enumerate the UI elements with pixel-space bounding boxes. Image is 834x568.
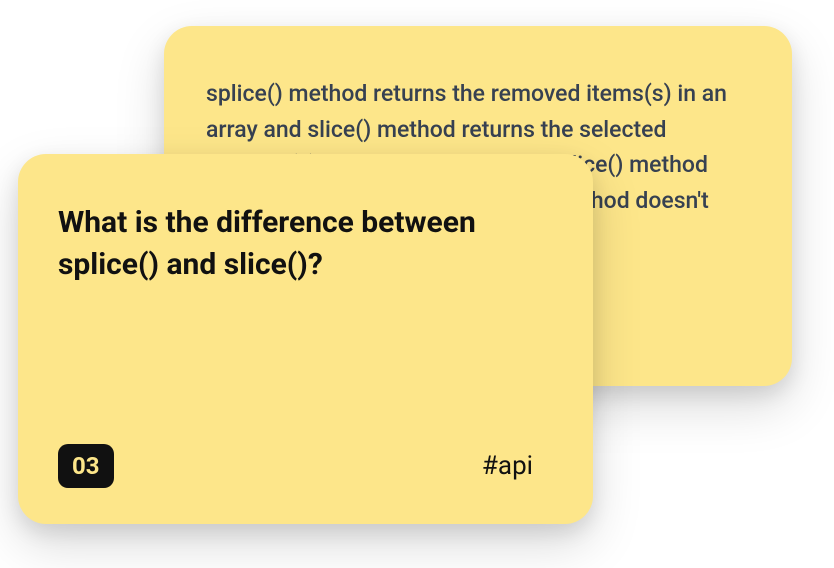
question-card[interactable]: What is the difference between splice() … (18, 154, 593, 524)
card-tag: #api (482, 451, 533, 481)
card-footer: 03 #api (58, 444, 553, 488)
card-number-badge: 03 (58, 444, 114, 488)
question-text: What is the difference between splice() … (58, 202, 553, 286)
